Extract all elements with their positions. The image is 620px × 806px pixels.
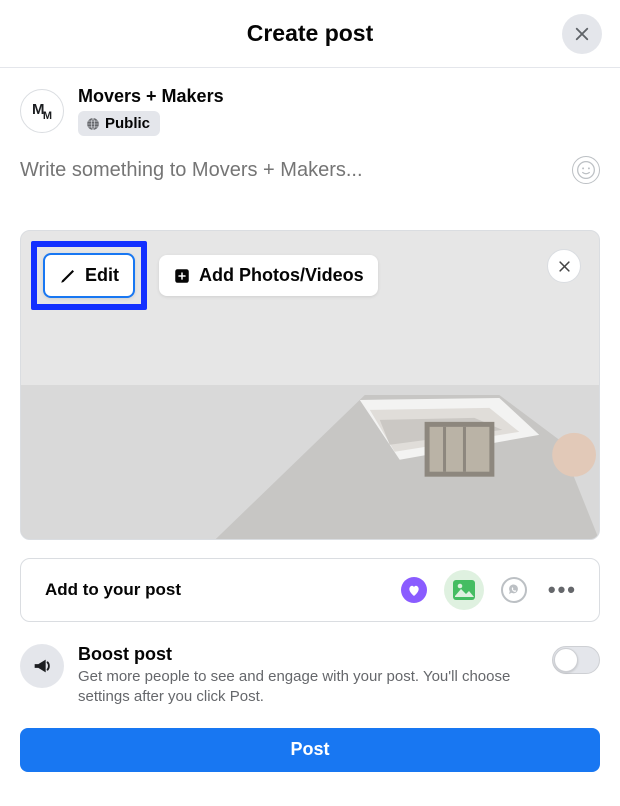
close-button[interactable] <box>562 14 602 54</box>
privacy-selector[interactable]: Public <box>78 111 160 136</box>
avatar-letter-2: M <box>43 110 52 122</box>
media-preview: Edit Add Photos/Videos <box>20 230 600 540</box>
boost-description: Get more people to see and engage with y… <box>78 667 552 708</box>
remove-media-button[interactable] <box>547 249 581 283</box>
whatsapp-share-button[interactable] <box>494 570 534 610</box>
composer-row <box>0 136 620 192</box>
boost-text: Boost post Get more people to see and en… <box>78 644 552 708</box>
add-to-post-label: Add to your post <box>45 580 181 600</box>
add-media-button[interactable] <box>444 570 484 610</box>
media-controls: Edit Add Photos/Videos <box>31 241 378 310</box>
toggle-knob <box>554 648 578 672</box>
boost-toggle[interactable] <box>552 646 600 674</box>
privacy-label: Public <box>105 115 150 132</box>
add-photos-label: Add Photos/Videos <box>199 265 364 286</box>
profile-avatar[interactable]: M M <box>20 89 64 133</box>
whatsapp-icon <box>500 576 528 604</box>
emoji-picker-button[interactable] <box>572 156 600 184</box>
edit-highlight-annotation: Edit <box>31 241 147 310</box>
profile-name[interactable]: Movers + Makers <box>78 86 224 107</box>
edit-label: Edit <box>85 265 119 286</box>
add-photos-button[interactable]: Add Photos/Videos <box>159 255 378 296</box>
post-button[interactable]: Post <box>20 728 600 772</box>
megaphone-icon-wrap <box>20 644 64 688</box>
composer-input[interactable] <box>20 159 572 182</box>
globe-icon <box>86 117 100 131</box>
smiley-icon <box>576 160 596 180</box>
create-post-modal: Create post M M Movers + Makers Public <box>0 0 620 806</box>
add-to-post-row[interactable]: Add to your post <box>20 558 600 622</box>
heart-badge-icon <box>400 576 428 604</box>
more-options-button[interactable]: ••• <box>544 577 581 603</box>
modal-header: Create post <box>0 0 620 68</box>
ellipsis-icon: ••• <box>548 577 577 602</box>
photo-icon <box>451 577 477 603</box>
tag-event-button[interactable] <box>394 570 434 610</box>
edit-media-button[interactable]: Edit <box>43 253 135 298</box>
close-icon <box>557 259 572 274</box>
add-to-post-icons: ••• <box>394 570 581 610</box>
profile-row: M M Movers + Makers Public <box>0 68 620 136</box>
profile-info: Movers + Makers Public <box>78 86 224 136</box>
modal-title: Create post <box>247 20 374 47</box>
close-icon <box>573 25 591 43</box>
pencil-icon <box>59 267 77 285</box>
boost-title: Boost post <box>78 644 552 665</box>
boost-row: Boost post Get more people to see and en… <box>20 644 600 708</box>
megaphone-icon <box>31 655 53 677</box>
add-photos-icon <box>173 267 191 285</box>
